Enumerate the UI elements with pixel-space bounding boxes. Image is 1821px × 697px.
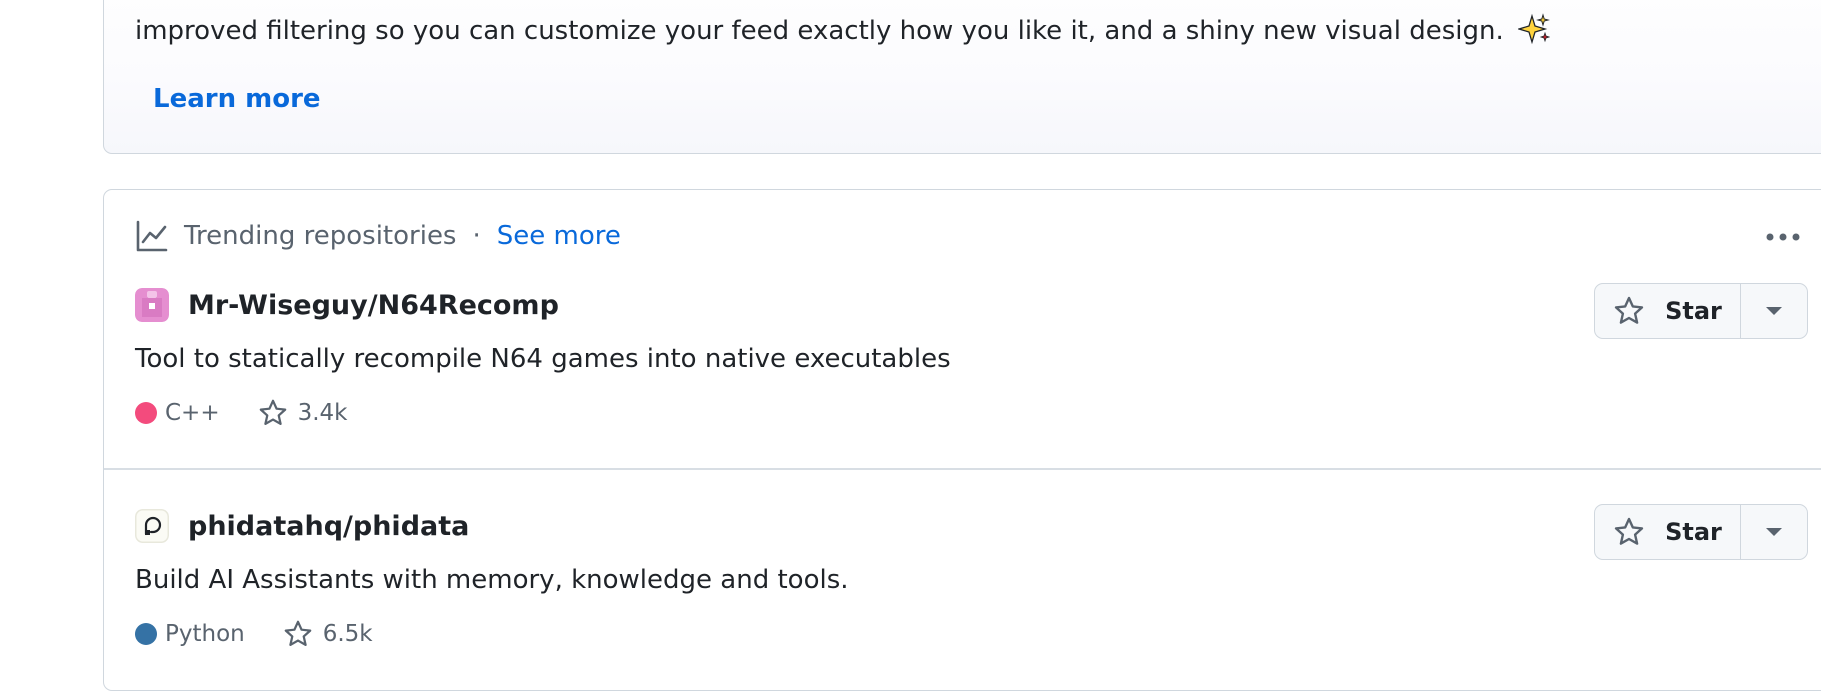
trending-title: Trending repositories — [184, 221, 457, 251]
triangle-down-icon — [1766, 307, 1782, 315]
star-button-label: Star — [1665, 297, 1722, 325]
graph-icon — [136, 220, 168, 252]
repo-meta: C++ 3.4k — [135, 398, 348, 428]
star-button[interactable]: Star — [1595, 505, 1741, 559]
learn-more-link[interactable]: Learn more — [153, 84, 321, 114]
page: improved filtering so you can customize … — [0, 0, 1821, 697]
repo-item: Mr-Wiseguy/N64Recomp Tool to statically … — [135, 283, 1815, 438]
star-button[interactable]: Star — [1595, 284, 1741, 338]
announcement-text: improved filtering so you can customize … — [135, 13, 1550, 49]
repo-name-link[interactable]: Mr-Wiseguy/N64Recomp — [188, 290, 559, 321]
star-icon — [259, 399, 286, 425]
repo-language: Python — [165, 621, 245, 647]
repo-name-link[interactable]: phidatahq/phidata — [188, 511, 469, 542]
title-separator: · — [472, 221, 481, 251]
star-icon — [1614, 296, 1644, 324]
repo-avatar[interactable] — [135, 288, 169, 322]
language-color-dot — [135, 402, 157, 424]
star-icon — [284, 620, 312, 646]
star-count: 3.4k — [297, 400, 348, 426]
kebab-horizontal-icon[interactable] — [1764, 222, 1804, 252]
star-icon — [1614, 517, 1644, 545]
sparkle-icon — [1518, 13, 1550, 45]
star-list-dropdown[interactable] — [1741, 505, 1807, 559]
star-count: 6.5k — [322, 621, 373, 647]
language-color-dot — [135, 623, 157, 645]
repo-avatar[interactable] — [135, 509, 169, 543]
star-button-group: Star — [1594, 283, 1808, 339]
repo-divider — [104, 468, 1821, 470]
repo-language: C++ — [165, 400, 220, 426]
repo-meta: Python 6.5k — [135, 619, 373, 649]
triangle-down-icon — [1766, 528, 1782, 536]
repo-heading: Mr-Wiseguy/N64Recomp — [135, 288, 559, 322]
repo-description: Tool to statically recompile N64 games i… — [135, 344, 951, 374]
announcement-body: improved filtering so you can customize … — [135, 16, 1504, 46]
repo-heading: phidatahq/phidata — [135, 509, 469, 543]
stargazers-link[interactable]: 6.5k — [283, 619, 373, 649]
star-list-dropdown[interactable] — [1741, 284, 1807, 338]
repo-item: phidatahq/phidata Build AI Assistants wi… — [135, 504, 1815, 659]
see-more-link[interactable]: See more — [497, 221, 621, 251]
star-button-group: Star — [1594, 504, 1808, 560]
stargazers-link[interactable]: 3.4k — [258, 398, 348, 428]
star-button-label: Star — [1665, 518, 1722, 546]
repo-description: Build AI Assistants with memory, knowled… — [135, 565, 849, 595]
trending-header: Trending repositories · See more — [135, 218, 621, 254]
